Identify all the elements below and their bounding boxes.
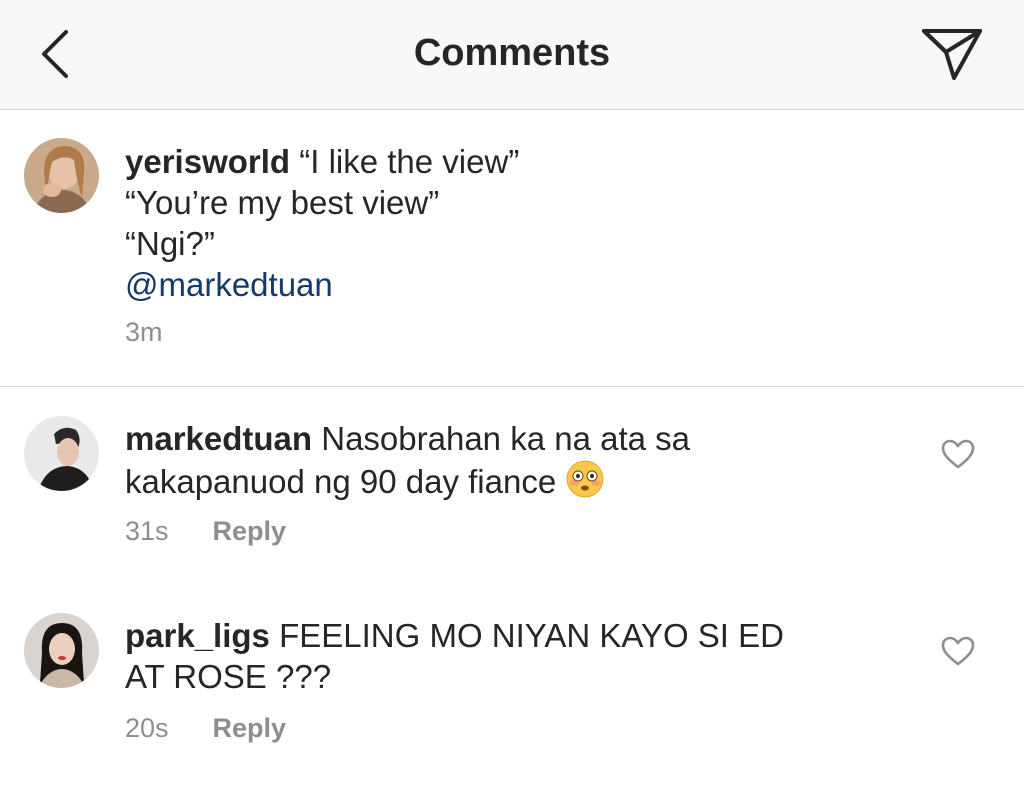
comment-meta: 20s Reply bbox=[125, 713, 286, 744]
caption-username[interactable]: yerisworld bbox=[125, 143, 290, 180]
caption-timestamp: 3m bbox=[125, 317, 163, 347]
top-nav-bar: Comments bbox=[0, 0, 1024, 110]
page-title: Comments bbox=[413, 32, 611, 74]
paper-plane-icon bbox=[922, 29, 982, 80]
caption-line-1: “I like the view” bbox=[299, 143, 520, 180]
heart-icon bbox=[941, 636, 975, 666]
comment-username[interactable]: park_ligs bbox=[125, 617, 270, 654]
heart-icon bbox=[941, 439, 975, 469]
share-button[interactable] bbox=[920, 26, 984, 84]
caption-text: yerisworld “I like the view” “You’re my … bbox=[125, 141, 519, 305]
caption-line-3: “Ngi?” bbox=[125, 225, 215, 262]
comment-text-line-2: AT ROSE ??? bbox=[125, 658, 332, 695]
reply-button[interactable]: Reply bbox=[213, 713, 287, 743]
comment-text-line-2: kakapanuod ng 90 day fiance bbox=[125, 463, 557, 500]
reply-button[interactable]: Reply bbox=[213, 516, 287, 546]
caption-line-2: “You’re my best view” bbox=[125, 184, 440, 221]
comment-text: markedtuan Nasobrahan ka na ata sa kakap… bbox=[125, 418, 690, 502]
comment-timestamp: 20s bbox=[125, 713, 169, 743]
comment-meta: 31s Reply bbox=[125, 516, 286, 547]
like-button[interactable] bbox=[940, 438, 976, 470]
avatar[interactable] bbox=[24, 613, 99, 688]
caption-meta: 3m bbox=[125, 317, 163, 348]
comment-text-line-1: FEELING MO NIYAN KAYO SI ED bbox=[279, 617, 784, 654]
post-caption: yerisworld “I like the view” “You’re my … bbox=[0, 111, 1024, 387]
avatar[interactable] bbox=[24, 416, 99, 491]
comment-username[interactable]: markedtuan bbox=[125, 420, 312, 457]
caption-mention-link[interactable]: @markedtuan bbox=[125, 264, 519, 305]
like-button[interactable] bbox=[940, 635, 976, 667]
comment-timestamp: 31s bbox=[125, 516, 169, 546]
comment-text: park_ligs FEELING MO NIYAN KAYO SI ED AT… bbox=[125, 615, 784, 697]
avatar[interactable] bbox=[24, 138, 99, 213]
comment-text-line-1: Nasobrahan ka na ata sa bbox=[321, 420, 690, 457]
flushed-face-emoji bbox=[566, 460, 604, 498]
